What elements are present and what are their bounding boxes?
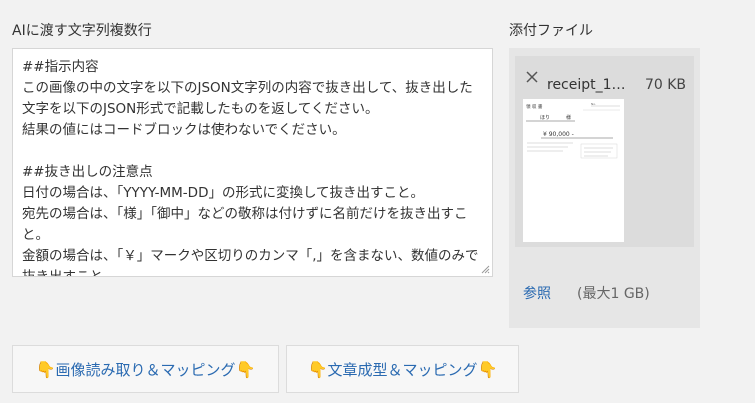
image-mapping-button[interactable]: 👇 画像読み取り＆マッピング 👇 [12, 345, 279, 393]
attachments-panel: receipt_1… 70 KB 領 収 書 No. ほり 様 ¥ 90,000… [509, 48, 700, 328]
thumb-honorific: 様 [566, 114, 571, 121]
text-mapping-button[interactable]: 👇 文章成型＆マッピング 👇 [286, 345, 519, 393]
prompt-label: AIに渡す文字列複数行 [12, 23, 152, 39]
close-icon[interactable] [525, 70, 539, 84]
thumb-amount: ¥ 90,000 - [543, 131, 574, 138]
prompt-text[interactable]: ##指示内容 この画像の中の文字を以下のJSON文字列の内容で抜き出して、抜き出… [13, 49, 492, 276]
pointing-down-icon: 👇 [235, 359, 256, 379]
image-mapping-label: 画像読み取り＆マッピング [55, 360, 236, 379]
receipt-thumbnail[interactable]: 領 収 書 No. ほり 様 ¥ 90,000 - [523, 99, 624, 242]
pointing-down-icon: 👇 [35, 359, 56, 379]
browse-link[interactable]: 参照 [523, 283, 551, 303]
pointing-down-icon: 👇 [477, 359, 498, 379]
file-name: receipt_1… [547, 77, 626, 93]
thumb-no: No. [591, 102, 596, 106]
resize-handle-icon[interactable] [480, 264, 490, 274]
attachments-label: 添付ファイル [509, 23, 593, 39]
file-size: 70 KB [644, 77, 686, 93]
text-mapping-label: 文章成型＆マッピング [327, 360, 478, 379]
prompt-textarea[interactable]: ##指示内容 この画像の中の文字を以下のJSON文字列の内容で抜き出して、抜き出… [12, 48, 493, 277]
size-limit-text: (最大1 GB) [577, 286, 650, 302]
thumb-title: 領 収 書 [526, 103, 543, 110]
pointing-down-icon: 👇 [307, 359, 328, 379]
file-card: receipt_1… 70 KB 領 収 書 No. ほり 様 ¥ 90,000… [515, 56, 694, 247]
thumb-recipient: ほり [540, 115, 550, 121]
